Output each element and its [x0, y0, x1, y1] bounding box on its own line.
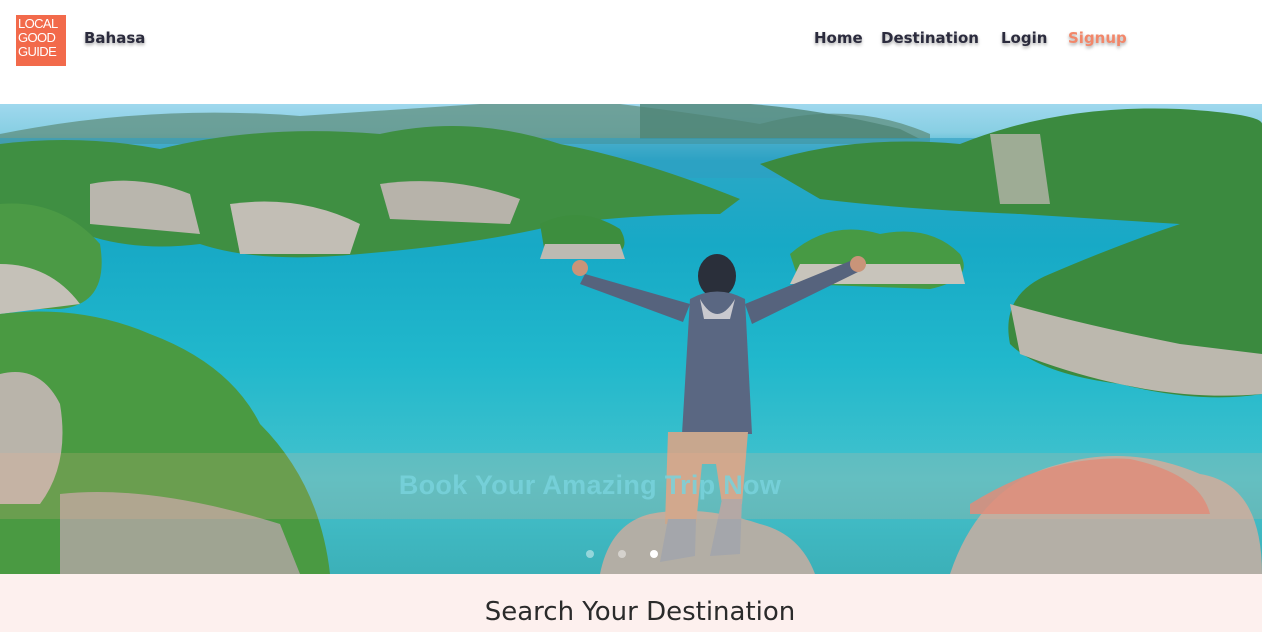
- search-title: Search Your Destination: [484, 597, 796, 627]
- hero-cta-text[interactable]: Book Your Amazing Trip Now: [0, 470, 1180, 501]
- site-header: LOCAL GOOD GUIDE Bahasa Home Destination…: [0, 0, 1262, 104]
- site-logo[interactable]: LOCAL GOOD GUIDE: [16, 15, 66, 66]
- search-section: Search Your Destination: [0, 574, 1262, 632]
- carousel-dot-3[interactable]: [650, 550, 658, 558]
- hero-carousel: Book Your Amazing Trip Now: [0, 104, 1262, 574]
- nav-login-link[interactable]: Login: [1001, 29, 1047, 47]
- carousel-indicators: [586, 550, 682, 558]
- nav-signup-link[interactable]: Signup: [1068, 29, 1127, 47]
- logo-line-1: LOCAL: [18, 16, 58, 31]
- language-switch[interactable]: Bahasa: [84, 29, 145, 47]
- logo-line-2: GOOD: [18, 30, 56, 45]
- nav-home-link[interactable]: Home: [814, 29, 863, 47]
- logo-line-3: GUIDE: [18, 44, 57, 59]
- carousel-dot-1[interactable]: [586, 550, 594, 558]
- nav-destination-link[interactable]: Destination: [881, 29, 979, 47]
- carousel-dot-2[interactable]: [618, 550, 626, 558]
